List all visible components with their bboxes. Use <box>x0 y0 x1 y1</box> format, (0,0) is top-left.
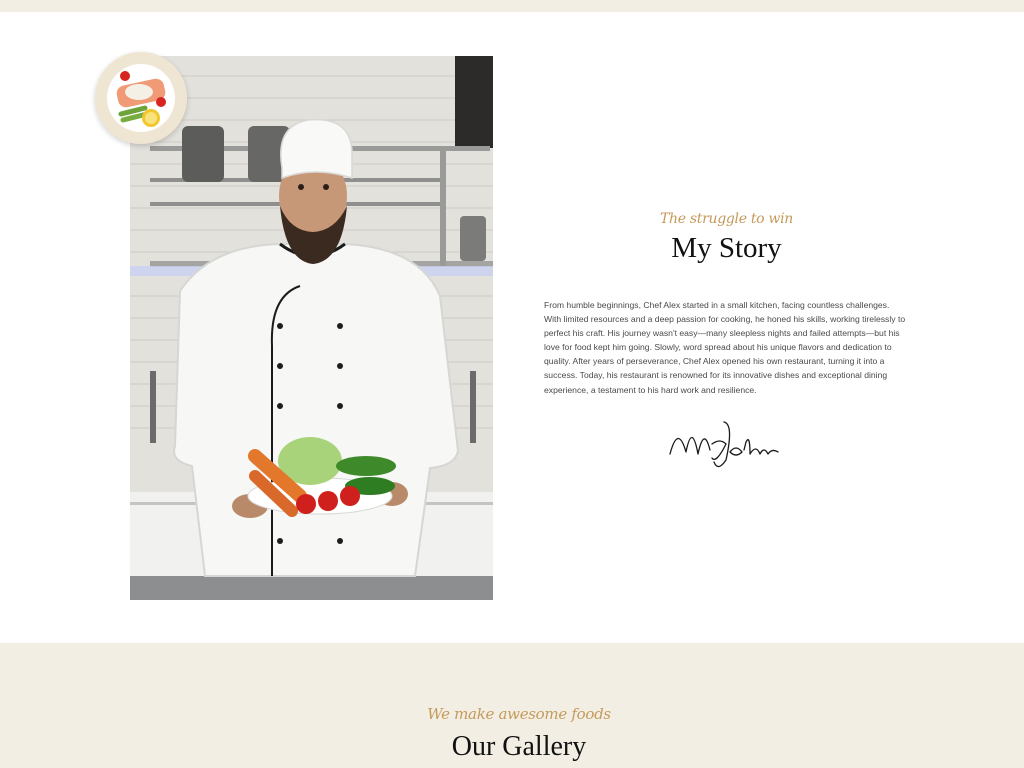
signature-image <box>666 414 786 474</box>
chef-photo <box>130 56 493 600</box>
gallery-title: Our Gallery <box>451 731 587 762</box>
dish-image <box>95 52 187 144</box>
story-title: My Story <box>671 232 782 264</box>
story-eyebrow: The struggle to win <box>659 211 794 227</box>
gallery-eyebrow: We make awesome foods <box>427 705 611 723</box>
top-strip <box>0 0 1024 12</box>
gallery-section: We make awesome foods Our Gallery <box>0 643 1024 768</box>
my-story-section: The struggle to win My Story From humble… <box>0 12 1024 643</box>
story-body: From humble beginnings, Chef Alex starte… <box>544 300 906 395</box>
